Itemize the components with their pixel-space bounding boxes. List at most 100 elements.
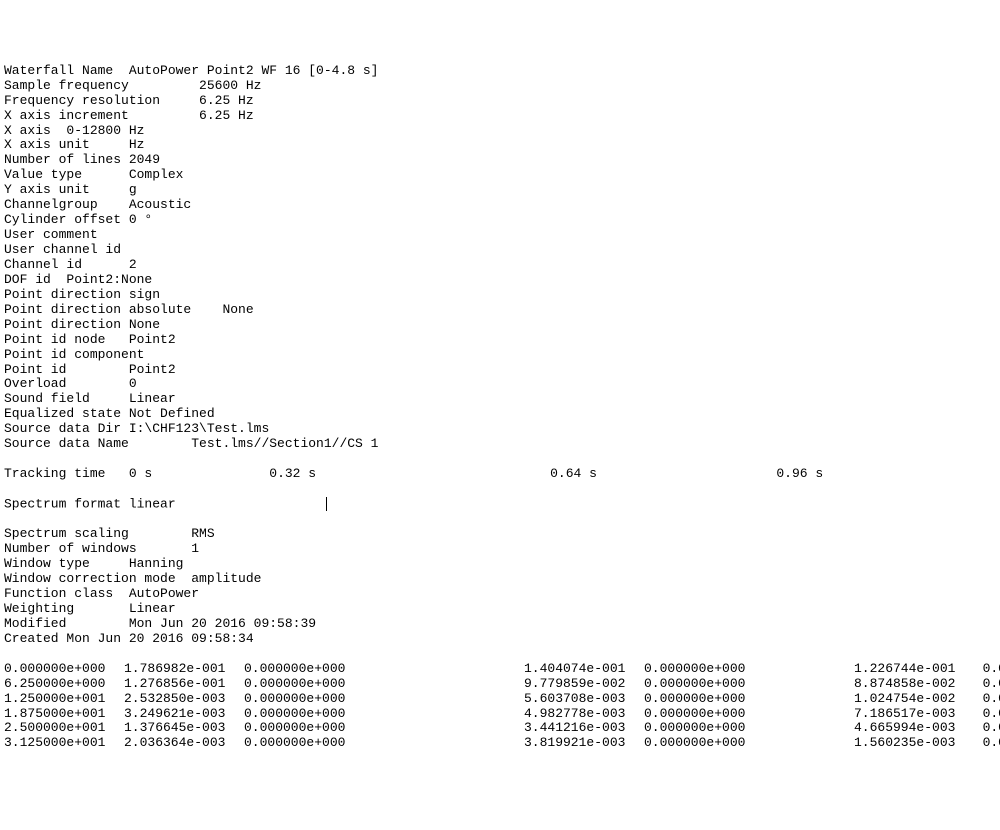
data-cell: 0.000000e+000 xyxy=(644,707,854,722)
data-row: 0.000000e+0001.786982e-0010.000000e+0001… xyxy=(4,662,996,677)
meta-row: Point id node Point2 xyxy=(4,333,996,348)
meta-label: Frequency resolution xyxy=(4,93,199,108)
meta-value: RMS xyxy=(191,526,214,541)
tracking-time-row: Tracking time 0 s 0.32 s 0.64 s 0.96 s 1… xyxy=(4,467,996,482)
data-cell: 0.000000e+000 xyxy=(644,721,854,736)
data-cell: 3.249621e-003 xyxy=(124,707,244,722)
meta-value: 2049 xyxy=(129,152,160,167)
meta-label: Point direction xyxy=(4,317,129,332)
meta-value: Test.lms//Section1//CS 1 xyxy=(191,436,378,451)
data-cell: 4.665994e-003 xyxy=(854,721,974,736)
meta-row: Source data Dir I:\CHF123\Test.lms xyxy=(4,422,996,437)
meta-value: Hz xyxy=(129,137,145,152)
meta-value: linear xyxy=(129,496,324,511)
meta-value: Mon Jun 20 2016 09:58:39 xyxy=(129,616,316,631)
data-cell: 9.779859e-002 xyxy=(524,677,644,692)
meta-row: Sample frequency 25600 Hz xyxy=(4,79,996,94)
tracking-time: 0 s xyxy=(129,466,269,481)
meta-label: Point direction sign xyxy=(4,287,168,302)
meta-label: Equalized state xyxy=(4,406,129,421)
meta-row: Sound field Linear xyxy=(4,392,996,407)
meta-label: DOF id xyxy=(4,272,66,287)
meta-row: Point id component xyxy=(4,348,996,363)
meta-value: 6.25 Hz xyxy=(199,93,254,108)
data-row: 3.125000e+0012.036364e-0030.000000e+0003… xyxy=(4,736,996,751)
meta-row: Waterfall Name AutoPower Point2 WF 16 [0… xyxy=(4,64,996,79)
data-cell: 1.226744e-001 xyxy=(854,662,974,677)
meta-row: Overload 0 xyxy=(4,377,996,392)
data-cell: 2.532850e-003 xyxy=(124,692,244,707)
data-row: 1.875000e+0013.249621e-0030.000000e+0004… xyxy=(4,707,996,722)
meta-label: Function class xyxy=(4,586,129,601)
meta-label: Overload xyxy=(4,376,129,391)
data-cell: 1.250000e+001 xyxy=(4,692,124,707)
data-cell: 0.000000e+000 xyxy=(974,736,1000,751)
meta-value: 1 xyxy=(191,541,199,556)
data-cell: 0.000000e+000 xyxy=(244,707,524,722)
meta-value: Point2 xyxy=(129,332,176,347)
data-table: 0.000000e+0001.786982e-0010.000000e+0001… xyxy=(4,662,996,752)
data-cell: 0.000000e+000 xyxy=(974,707,1000,722)
data-cell: 4.982778e-003 xyxy=(524,707,644,722)
tracking-time: 0.96 s xyxy=(776,466,1000,481)
meta-value: Complex xyxy=(129,167,184,182)
meta-label: Cylinder offset xyxy=(4,212,129,227)
data-cell: 1.024754e-002 xyxy=(854,692,974,707)
meta-row: User channel id xyxy=(4,243,996,258)
meta-label: Modified xyxy=(4,616,129,631)
meta-row: Point direction None xyxy=(4,318,996,333)
meta-row: Function class AutoPower xyxy=(4,587,996,602)
meta-row: Point id Point2 xyxy=(4,363,996,378)
data-row: 6.250000e+0001.276856e-0010.000000e+0009… xyxy=(4,677,996,692)
meta-label: User channel id xyxy=(4,242,129,257)
meta-row: Weighting Linear xyxy=(4,602,996,617)
meta-value: None xyxy=(222,302,253,317)
meta-label: Channel id xyxy=(4,257,129,272)
meta-value: amplitude xyxy=(191,571,261,586)
meta-value: 0 xyxy=(129,376,137,391)
meta-label: Channelgroup xyxy=(4,197,129,212)
data-cell: 3.441216e-003 xyxy=(524,721,644,736)
meta-row: Window correction mode amplitude xyxy=(4,572,996,587)
data-row: 2.500000e+0011.376645e-0030.000000e+0003… xyxy=(4,721,996,736)
data-cell: 0.000000e+000 xyxy=(244,662,524,677)
data-cell: 0.000000e+000 xyxy=(244,721,524,736)
data-cell: 0.000000e+000 xyxy=(644,736,854,751)
meta-row: Created Mon Jun 20 2016 09:58:34 xyxy=(4,632,996,647)
data-cell: 1.376645e-003 xyxy=(124,721,244,736)
meta-row: Equalized state Not Defined xyxy=(4,407,996,422)
meta-label: Number of lines xyxy=(4,152,129,167)
data-cell: 2.036364e-003 xyxy=(124,736,244,751)
data-cell: 0.000000e+000 xyxy=(974,677,1000,692)
data-cell: 7.186517e-003 xyxy=(854,707,974,722)
data-cell: 3.125000e+001 xyxy=(4,736,124,751)
data-cell: 2.500000e+001 xyxy=(4,721,124,736)
meta-label: Source data Name xyxy=(4,436,191,451)
data-cell: 0.000000e+000 xyxy=(974,721,1000,736)
data-cell: 0.000000e+000 xyxy=(974,662,1000,677)
data-cell: 1.404074e-001 xyxy=(524,662,644,677)
meta-label: Sound field xyxy=(4,391,129,406)
meta-label: Source data Dir xyxy=(4,421,129,436)
meta-row: Value type Complex xyxy=(4,168,996,183)
meta-row: Point direction absolute None xyxy=(4,303,996,318)
meta-row: Number of windows 1 xyxy=(4,542,996,557)
meta-row: Source data Name Test.lms//Section1//CS … xyxy=(4,437,996,452)
meta-value: Hanning xyxy=(129,556,184,571)
meta-row: X axis unit Hz xyxy=(4,138,996,153)
meta-label: X axis xyxy=(4,123,66,138)
meta-row: Cylinder offset 0 ° xyxy=(4,213,996,228)
meta-label: X axis increment xyxy=(4,108,199,123)
meta-row: X axis 0-12800 Hz xyxy=(4,124,996,139)
meta-value: 6.25 Hz xyxy=(199,108,254,123)
meta-row: Modified Mon Jun 20 2016 09:58:39 xyxy=(4,617,996,632)
meta-label: User comment xyxy=(4,227,129,242)
meta-row: Channelgroup Acoustic xyxy=(4,198,996,213)
data-cell: 1.276856e-001 xyxy=(124,677,244,692)
data-cell: 0.000000e+000 xyxy=(244,677,524,692)
meta-row: Point direction sign xyxy=(4,288,996,303)
data-cell: 1.560235e-003 xyxy=(854,736,974,751)
meta-label: Point id xyxy=(4,362,129,377)
data-row: 1.250000e+0012.532850e-0030.000000e+0005… xyxy=(4,692,996,707)
meta-label: Window correction mode xyxy=(4,571,191,586)
